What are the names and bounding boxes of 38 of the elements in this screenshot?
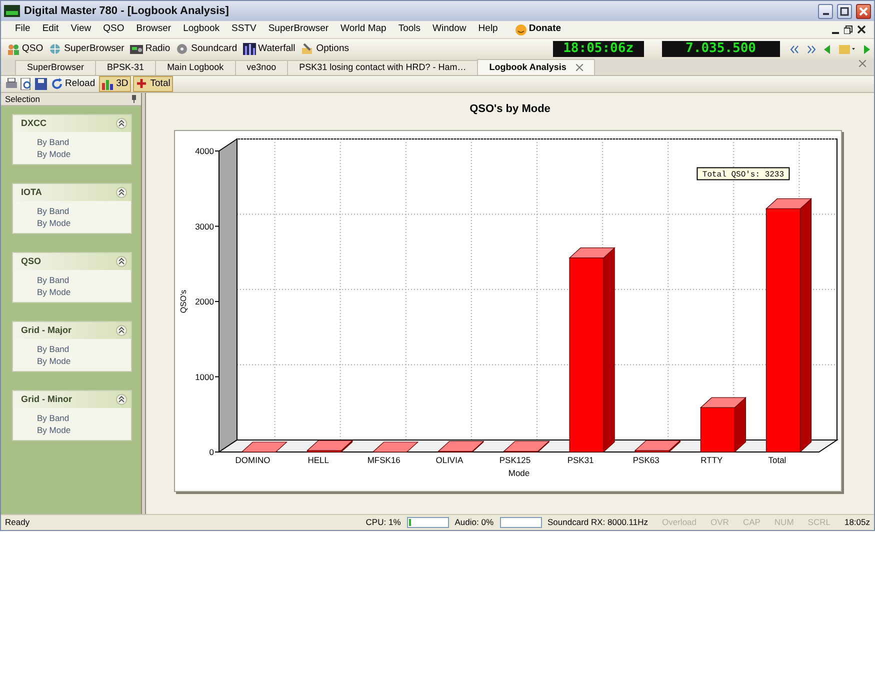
section-title: DXCC [21, 116, 47, 130]
status-indicator: OVR [710, 516, 729, 529]
axis-title: QSO's [179, 289, 188, 313]
status-indicator: NUM [774, 516, 794, 529]
section-title: Grid - Major [21, 324, 72, 337]
category-label: Total [768, 454, 786, 464]
category-label: MFSK16 [367, 454, 400, 464]
status-text: 18:05z [844, 517, 870, 528]
chart-title: QSO's by Mode [470, 103, 550, 115]
tick-label: 2000 [195, 296, 214, 306]
status-indicator: CAP [742, 516, 760, 529]
status-text: Ready [5, 516, 30, 529]
frequency-display: 7.035.500 [662, 41, 780, 57]
category-label: PSK31 [567, 454, 594, 464]
category-label: PSK125 [499, 454, 531, 464]
section-title: IOTA [21, 186, 42, 199]
axis-title: Mode [508, 468, 530, 478]
status-text: Soundcard RX: 8000.11Hz [548, 516, 648, 529]
clock-display: 18:05:06z [553, 41, 644, 57]
category-label: PSK63 [632, 454, 660, 464]
status-text: CPU: 1% [366, 516, 401, 529]
annotation: Total QSO's: 3233 [702, 170, 784, 180]
status-indicator: SCRL [808, 516, 830, 529]
tick-label: 4000 [195, 146, 214, 156]
category-label: OLIVIA [436, 454, 464, 464]
status-indicator: Overload [662, 516, 697, 529]
tick-label: 0 [209, 446, 214, 456]
status-text: Audio: 0% [454, 516, 494, 529]
tooltip: Total QSO's: 3233 [696, 166, 790, 180]
section-title: Grid - Minor [21, 392, 72, 406]
window-title: Digital Master 780 - [Logbook Analysis] [24, 4, 229, 19]
category-label: HELL [308, 454, 329, 464]
panel-title: Selection [5, 92, 40, 106]
tick-label: 1000 [195, 371, 214, 382]
section-title: QSO [21, 254, 42, 268]
tick-label: 3000 [195, 220, 214, 231]
category-label: RTTY [700, 454, 723, 464]
category-label: DOMINO [235, 454, 270, 464]
